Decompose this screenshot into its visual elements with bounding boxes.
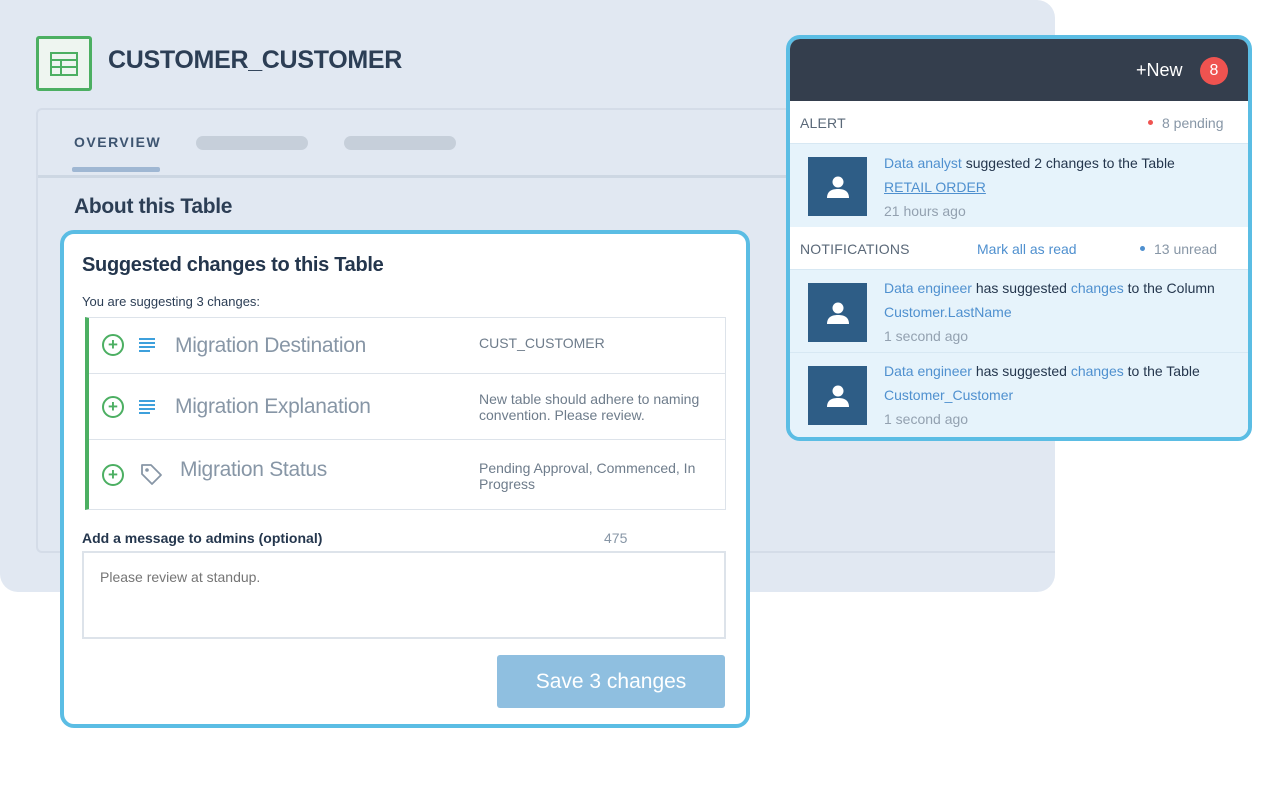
- tag-icon: [139, 462, 163, 491]
- user-avatar-icon: [808, 283, 867, 342]
- target-link[interactable]: Customer_Customer: [884, 387, 1013, 403]
- notification-message: has suggested: [971, 280, 1071, 296]
- notifications-header: +New 8: [790, 39, 1248, 101]
- pending-text: 8 pending: [1162, 115, 1224, 131]
- mark-all-read-link[interactable]: Mark all as read: [977, 241, 1077, 257]
- timestamp: 1 second ago: [884, 411, 969, 427]
- text-lines-icon: [139, 400, 155, 420]
- notification-message-tail: to the Column: [1123, 280, 1215, 296]
- change-row: + Migration Explanation New table should…: [89, 374, 725, 440]
- unread-count: 13 unread: [1140, 241, 1217, 257]
- suggest-changes-dialog: Suggested changes to this Table You are …: [60, 230, 750, 728]
- new-button[interactable]: +New: [1136, 60, 1183, 81]
- actor-link[interactable]: Data engineer: [884, 280, 972, 296]
- message-label: Add a message to admins (optional): [82, 530, 323, 546]
- save-changes-button[interactable]: Save 3 changes: [497, 655, 725, 708]
- page-title: CUSTOMER_CUSTOMER: [108, 46, 403, 74]
- dialog-subtitle: You are suggesting 3 changes:: [82, 294, 261, 309]
- notifications-section-header: NOTIFICATIONS Mark all as read 13 unread: [790, 227, 1248, 269]
- change-field-value: Pending Approval, Commenced, In Progress: [479, 460, 696, 492]
- notification-item[interactable]: Data engineer has suggested changes to t…: [790, 269, 1248, 352]
- notification-count-badge: 8: [1200, 57, 1228, 85]
- character-count: 475: [604, 530, 628, 546]
- alert-section-header: ALERT 8 pending: [790, 101, 1248, 143]
- timestamp: 21 hours ago: [884, 203, 966, 219]
- changes-link[interactable]: changes: [1071, 280, 1124, 296]
- change-field-label: Migration Explanation: [175, 395, 371, 418]
- actor-link[interactable]: Data analyst: [884, 155, 962, 171]
- pending-count: 8 pending: [1148, 115, 1224, 131]
- change-list: + Migration Destination CUST_CUSTOMER + …: [85, 317, 726, 510]
- add-icon[interactable]: +: [102, 464, 124, 486]
- tab-overview[interactable]: OVERVIEW: [74, 134, 161, 150]
- dialog-title: Suggested changes to this Table: [82, 254, 384, 276]
- status-dot: [1140, 245, 1145, 251]
- alert-item[interactable]: Data analyst suggested 2 changes to the …: [790, 143, 1248, 227]
- tab-placeholder[interactable]: [344, 136, 456, 150]
- change-field-value: New table should adhere to naming conven…: [479, 391, 700, 423]
- alert-label: ALERT: [800, 115, 846, 131]
- add-icon[interactable]: +: [102, 334, 124, 356]
- user-avatar-icon: [808, 366, 867, 425]
- alert-message: suggested 2 changes to the Table: [961, 155, 1175, 171]
- changes-link[interactable]: changes: [1071, 363, 1124, 379]
- actor-link[interactable]: Data engineer: [884, 363, 972, 379]
- notifications-panel: +New 8 ALERT 8 pending Data analyst sugg…: [786, 35, 1252, 441]
- change-field-label: Migration Status: [180, 458, 327, 481]
- change-field-value: CUST_CUSTOMER: [479, 335, 605, 351]
- change-field-label: Migration Destination: [175, 334, 366, 357]
- table-icon: [36, 36, 92, 91]
- user-avatar-icon: [808, 157, 867, 216]
- notification-text: Data engineer has suggested changes to t…: [884, 276, 1244, 348]
- message-input[interactable]: [82, 551, 726, 639]
- alert-text: Data analyst suggested 2 changes to the …: [884, 151, 1244, 223]
- target-link[interactable]: Customer.LastName: [884, 304, 1012, 320]
- notification-message-tail: to the Table: [1123, 363, 1200, 379]
- timestamp: 1 second ago: [884, 328, 969, 344]
- change-row: + Migration Status Pending Approval, Com…: [89, 440, 725, 511]
- target-link[interactable]: RETAIL ORDER: [884, 179, 986, 195]
- section-title: About this Table: [74, 195, 233, 218]
- text-lines-icon: [139, 338, 155, 358]
- active-tab-indicator: [72, 167, 160, 172]
- unread-text: 13 unread: [1154, 241, 1218, 257]
- tab-placeholder[interactable]: [196, 136, 308, 150]
- status-dot: [1148, 119, 1153, 125]
- notification-item[interactable]: Data engineer has suggested changes to t…: [790, 352, 1248, 437]
- add-icon[interactable]: +: [102, 396, 124, 418]
- notification-text: Data engineer has suggested changes to t…: [884, 359, 1244, 431]
- notifications-label: NOTIFICATIONS: [800, 241, 910, 257]
- notification-message: has suggested: [971, 363, 1071, 379]
- change-row: + Migration Destination CUST_CUSTOMER: [89, 318, 725, 374]
- stage: CUSTOMER_CUSTOMER OVERVIEW About this Ta…: [0, 0, 1280, 787]
